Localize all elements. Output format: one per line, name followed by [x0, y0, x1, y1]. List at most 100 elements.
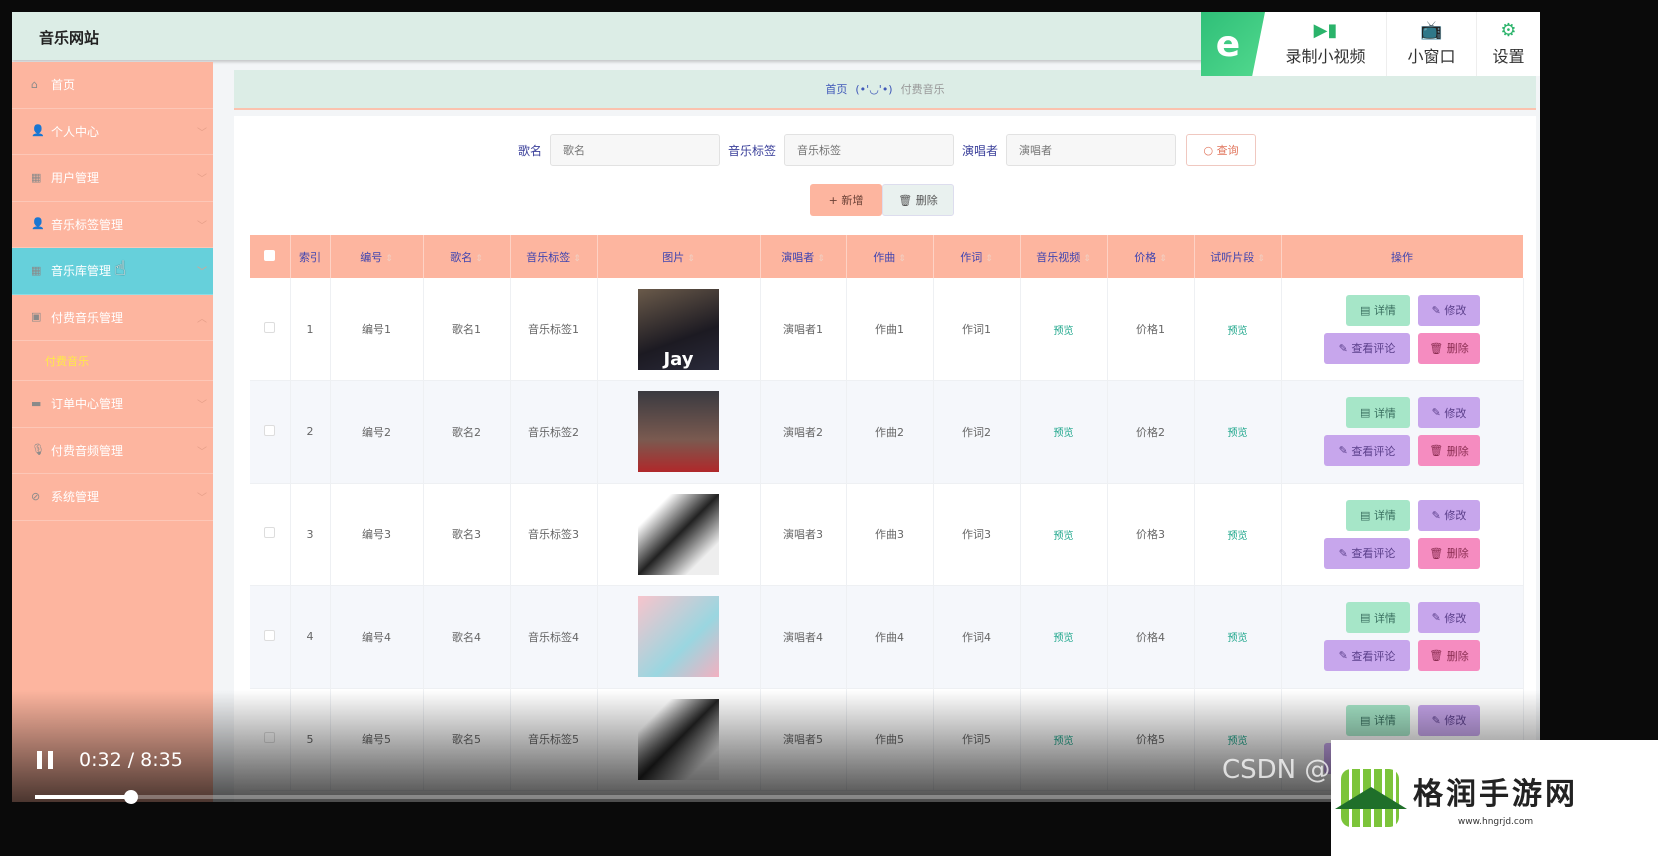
sort-icon[interactable]: ⇕	[985, 254, 993, 264]
breadcrumb-current: 付费音乐	[900, 83, 945, 96]
detail-button[interactable]: ▤ 详情	[1346, 499, 1410, 531]
sort-icon[interactable]: ⇕	[1159, 254, 1167, 264]
album-cover-image[interactable]	[638, 391, 719, 473]
cell-video: 预览	[1020, 483, 1108, 586]
sidebar-item-7[interactable]: 🎙 付费音频管理 ﹀	[12, 428, 213, 474]
video-progress-bar[interactable]	[35, 790, 1535, 804]
column-header[interactable]: 演唱者 ⇕	[760, 235, 847, 278]
detail-button[interactable]: ▤ 详情	[1346, 397, 1410, 429]
tag-input[interactable]	[784, 134, 955, 166]
singer-input[interactable]	[1006, 134, 1177, 166]
document-icon: ▤	[1360, 508, 1374, 522]
pencil-icon: ✎	[1431, 303, 1445, 317]
edit-label: 修改	[1444, 304, 1467, 317]
column-header[interactable]: 试听片段 ⇕	[1194, 235, 1282, 278]
video-preview-link[interactable]: 预览	[1054, 428, 1074, 439]
column-header-label: 音乐视频	[1036, 250, 1081, 264]
column-header[interactable]: 作曲 ⇕	[846, 235, 934, 278]
query-button[interactable]: ○ 查询	[1186, 134, 1257, 166]
sort-icon[interactable]: ⇕	[898, 254, 906, 264]
row-checkbox[interactable]	[250, 380, 291, 484]
column-header[interactable]: 歌名 ⇕	[423, 235, 511, 278]
table-row: 4 编号4 歌名4 音乐标签4 演唱者4 作曲4 作词4 预览 价格4 预览 ▤ 详情 ✎ 修改 …	[250, 585, 1524, 689]
cell-lyricist: 作词3	[933, 483, 1021, 586]
song-input[interactable]	[550, 134, 721, 166]
column-header[interactable]: 音乐视频 ⇕	[1020, 235, 1108, 278]
album-cover-image[interactable]	[638, 596, 719, 678]
edit-button[interactable]: ✎ 修改	[1418, 294, 1480, 326]
settings-button[interactable]: ⚙ 设置	[1477, 12, 1540, 76]
view-comments-button[interactable]: ✎ 查看评论	[1324, 435, 1410, 467]
watermark-url: www.hngrjd.com	[1457, 817, 1534, 827]
delete-button[interactable]: 🗑 删除	[1418, 332, 1480, 364]
sidebar-item-0[interactable]: ⌂ 首页	[12, 62, 213, 109]
edit-button[interactable]: ✎ 修改	[1418, 499, 1480, 531]
cell-clip: 预览	[1194, 380, 1282, 484]
video-preview-link[interactable]: 预览	[1054, 633, 1074, 644]
sort-icon[interactable]: ⇕	[385, 254, 393, 264]
clip-preview-link[interactable]: 预览	[1228, 326, 1248, 337]
mini-window-button[interactable]: 📺 小窗口	[1387, 12, 1477, 76]
batch-delete-button[interactable]: 🗑 删除	[882, 184, 954, 216]
sort-icon[interactable]: ⇕	[1083, 254, 1091, 264]
cell-name: 歌名3	[423, 483, 511, 586]
column-header[interactable]: 作词 ⇕	[933, 235, 1021, 278]
sidebar-item-label: 音乐库管理	[51, 264, 112, 279]
sort-icon[interactable]: ⇕	[687, 254, 695, 264]
settings-icon: ⊘	[31, 489, 41, 503]
detail-button[interactable]: ▤ 详情	[1346, 294, 1410, 326]
view-comments-button[interactable]: ✎ 查看评论	[1324, 537, 1410, 569]
detail-label: 详情	[1373, 611, 1396, 625]
detail-button[interactable]: ▤ 详情	[1346, 602, 1410, 634]
edit-button[interactable]: ✎ 修改	[1418, 397, 1480, 429]
sidebar-subitem-paid-music[interactable]: 付费音乐	[12, 341, 213, 381]
sidebar-item-label: 首页	[51, 78, 76, 93]
progress-knob[interactable]	[124, 790, 138, 804]
column-header[interactable]: 音乐标签 ⇕	[510, 235, 598, 278]
delete-button[interactable]: 🗑 删除	[1418, 537, 1480, 569]
clip-preview-link[interactable]: 预览	[1228, 633, 1248, 644]
clip-preview-link[interactable]: 预览	[1228, 531, 1248, 542]
sort-icon[interactable]: ⇕	[573, 254, 581, 264]
sort-icon[interactable]: ⇕	[1257, 254, 1265, 264]
pause-icon[interactable]	[37, 751, 53, 769]
sidebar-item-8[interactable]: ⊘ 系统管理 ﹀	[12, 474, 213, 521]
album-cover-image[interactable]: Jay	[638, 288, 719, 370]
sort-icon[interactable]: ⇕	[475, 254, 483, 264]
row-checkbox[interactable]	[250, 483, 291, 586]
sidebar-item-5[interactable]: ▣ 付费音乐管理 ︿	[12, 295, 213, 341]
column-header[interactable]: 图片 ⇕	[597, 235, 761, 278]
row-checkbox[interactable]	[250, 585, 291, 689]
record-video-button[interactable]: ▶▮ 录制小视频	[1265, 12, 1387, 76]
sort-icon[interactable]: ⇕	[817, 254, 825, 264]
edit-label: 修改	[1444, 406, 1467, 420]
column-header[interactable]: 编号 ⇕	[330, 235, 424, 278]
sidebar-item-1[interactable]: 👤 个人中心 ﹀	[12, 109, 213, 155]
row-checkbox[interactable]	[250, 278, 291, 381]
breadcrumb-home[interactable]: 首页	[825, 81, 847, 97]
select-all-checkbox[interactable]	[250, 235, 291, 278]
edit-button[interactable]: ✎ 修改	[1418, 602, 1480, 634]
add-label: 新增	[841, 194, 864, 207]
delete-button[interactable]: 🗑 删除	[1418, 435, 1480, 467]
album-cover-image[interactable]	[638, 493, 719, 575]
delete-button[interactable]: 🗑 删除	[1418, 640, 1480, 672]
view-comments-button[interactable]: ✎ 查看评论	[1324, 332, 1410, 364]
column-header-label: 试听片段	[1210, 250, 1255, 264]
sidebar-item-2[interactable]: ▦ 用户管理 ﹀	[12, 155, 213, 202]
cell-singer: 演唱者2	[760, 380, 847, 484]
sidebar-item-4[interactable]: ▦ 音乐库管理 ﹀	[12, 248, 213, 295]
view-comments-button[interactable]: ✎ 查看评论	[1324, 640, 1410, 672]
cell-tag: 音乐标签3	[510, 483, 598, 586]
cell-composer: 作曲4	[846, 585, 934, 689]
video-preview-link[interactable]: 预览	[1054, 326, 1074, 337]
video-preview-link[interactable]: 预览	[1054, 531, 1074, 542]
comment-label: 查看评论	[1351, 649, 1396, 663]
clip-preview-link[interactable]: 预览	[1228, 428, 1248, 439]
sidebar-item-3[interactable]: 👤 音乐标签管理 ﹀	[12, 202, 213, 248]
sidebar-item-6[interactable]: ▬ 订单中心管理 ﹀	[12, 381, 213, 428]
cell-price: 价格4	[1107, 585, 1195, 689]
breadcrumb-emoticon: (•'◡'•)	[855, 82, 893, 96]
add-button[interactable]: + 新增	[810, 184, 882, 216]
column-header[interactable]: 价格 ⇕	[1107, 235, 1195, 278]
